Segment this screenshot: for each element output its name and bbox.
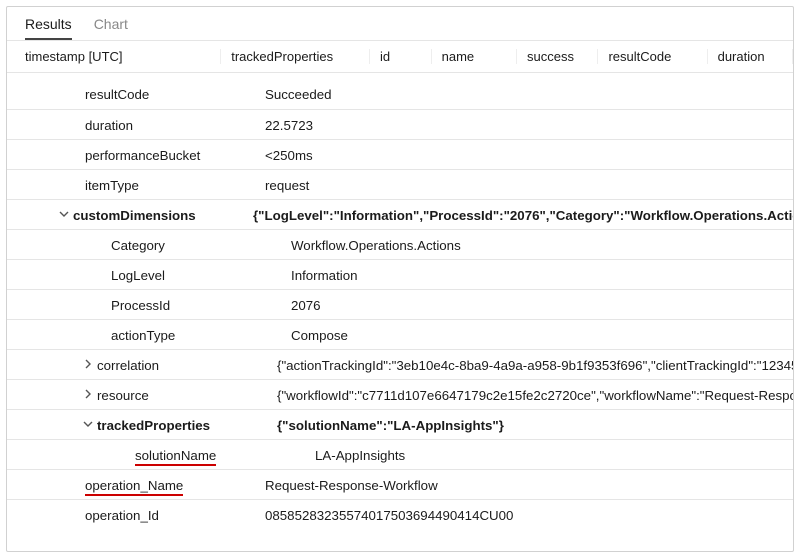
col-resultcode[interactable]: resultCode xyxy=(598,49,707,64)
value: 2076 xyxy=(291,298,793,313)
row-category[interactable]: Category Workflow.Operations.Actions xyxy=(7,229,793,259)
value: 08585283235574017503694490414CU00 xyxy=(265,508,793,523)
key: operation_Name xyxy=(85,478,265,493)
value: LA-AppInsights xyxy=(315,448,793,463)
value: Succeeded xyxy=(265,87,793,102)
tab-bar: Results Chart xyxy=(7,7,793,41)
chevron-right-icon[interactable] xyxy=(79,389,97,402)
row-correlation[interactable]: correlation {"actionTrackingId":"3eb10e4… xyxy=(7,349,793,379)
row-solutionname[interactable]: solutionName LA-AppInsights xyxy=(7,439,793,469)
row-operationid[interactable]: operation_Id 085852832355740175036944904… xyxy=(7,499,793,529)
col-id[interactable]: id xyxy=(370,49,432,64)
key: Category xyxy=(111,238,291,253)
key: LogLevel xyxy=(111,268,291,283)
row-trackedproperties[interactable]: trackedProperties {"solutionName":"LA-Ap… xyxy=(7,409,793,439)
row-loglevel[interactable]: LogLevel Information xyxy=(7,259,793,289)
value: 22.5723 xyxy=(265,118,793,133)
value: request xyxy=(265,178,793,193)
chevron-down-icon[interactable] xyxy=(55,209,73,222)
row-operationname[interactable]: operation_Name Request-Response-Workflow xyxy=(7,469,793,499)
value: <250ms xyxy=(265,148,793,163)
value: Request-Response-Workflow xyxy=(265,478,793,493)
key: solutionName xyxy=(135,448,315,463)
key: ProcessId xyxy=(111,298,291,313)
column-headers: timestamp [UTC] trackedProperties id nam… xyxy=(7,41,793,73)
col-tracked[interactable]: trackedProperties xyxy=(221,49,370,64)
row-processid[interactable]: ProcessId 2076 xyxy=(7,289,793,319)
row-resultcode[interactable]: resultCode Succeeded xyxy=(7,79,793,109)
tab-chart[interactable]: Chart xyxy=(94,9,128,38)
row-itemtype[interactable]: itemType request xyxy=(7,169,793,199)
value: Compose xyxy=(291,328,793,343)
key: correlation xyxy=(97,358,277,373)
row-performancebucket[interactable]: performanceBucket <250ms xyxy=(7,139,793,169)
row-resource[interactable]: resource {"workflowId":"c7711d107e664717… xyxy=(7,379,793,409)
key: performanceBucket xyxy=(85,148,265,163)
results-panel: Results Chart timestamp [UTC] trackedPro… xyxy=(6,6,794,552)
details-tree: resultCode Succeeded duration 22.5723 pe… xyxy=(7,73,793,551)
value: {"LogLevel":"Information","ProcessId":"2… xyxy=(253,208,793,223)
value: {"workflowId":"c7711d107e6647179c2e15fe2… xyxy=(277,388,793,403)
value: Workflow.Operations.Actions xyxy=(291,238,793,253)
key: duration xyxy=(85,118,265,133)
key: actionType xyxy=(111,328,291,343)
row-customdimensions[interactable]: customDimensions {"LogLevel":"Informatio… xyxy=(7,199,793,229)
key: resultCode xyxy=(85,87,265,102)
value: Information xyxy=(291,268,793,283)
col-success[interactable]: success xyxy=(517,49,598,64)
row-duration[interactable]: duration 22.5723 xyxy=(7,109,793,139)
key: itemType xyxy=(85,178,265,193)
tab-results[interactable]: Results xyxy=(25,9,72,40)
key: operation_Id xyxy=(85,508,265,523)
key: trackedProperties xyxy=(97,418,277,433)
row-actiontype[interactable]: actionType Compose xyxy=(7,319,793,349)
value: {"solutionName":"LA-AppInsights"} xyxy=(277,418,793,433)
key: resource xyxy=(97,388,277,403)
chevron-down-icon[interactable] xyxy=(79,419,97,432)
value: {"actionTrackingId":"3eb10e4c-8ba9-4a9a-… xyxy=(277,358,793,373)
chevron-right-icon[interactable] xyxy=(79,359,97,372)
col-timestamp[interactable]: timestamp [UTC] xyxy=(15,49,221,64)
col-duration[interactable]: duration xyxy=(708,49,793,64)
key: customDimensions xyxy=(73,208,253,223)
col-name[interactable]: name xyxy=(432,49,517,64)
